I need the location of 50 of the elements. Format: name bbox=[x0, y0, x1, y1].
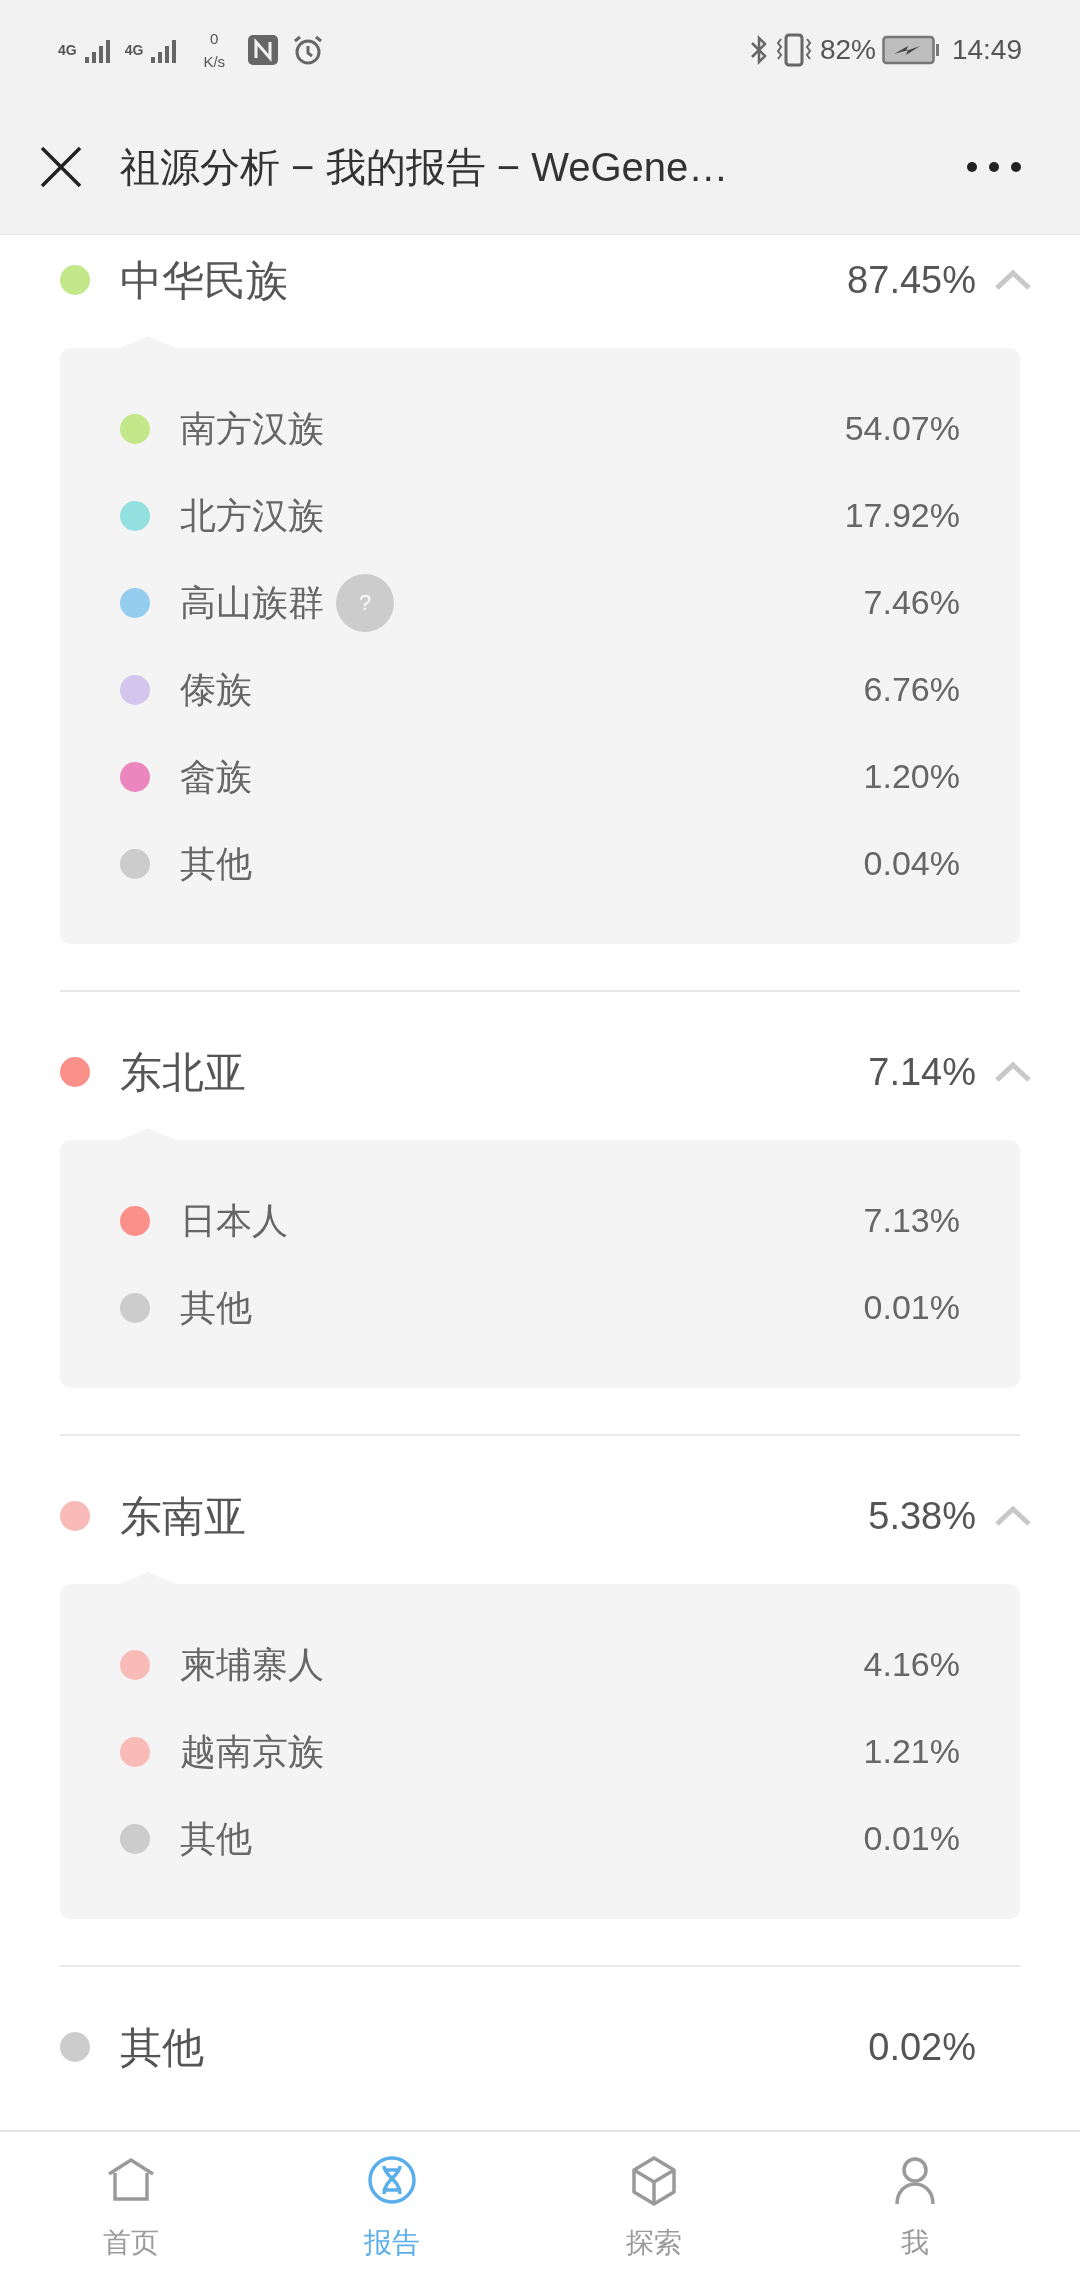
subregion-name: 傣族 bbox=[180, 667, 252, 712]
region-percent: 0.02% bbox=[868, 2024, 976, 2070]
chevron-up-icon[interactable] bbox=[994, 1061, 1032, 1083]
network-label: 4G bbox=[124, 43, 144, 57]
battery-percent: 82% bbox=[819, 33, 876, 67]
bluetooth-icon bbox=[749, 34, 768, 66]
page-title: 祖源分析 − 我的报告 − WeGene… bbox=[120, 144, 729, 191]
region-name: 东北亚 bbox=[120, 1047, 246, 1098]
subregion-percent: 0.01% bbox=[863, 1818, 960, 1859]
region-percent: 87.45% bbox=[847, 257, 976, 303]
subregion-percent: 1.21% bbox=[863, 1731, 960, 1772]
subregion-name: 日本人 bbox=[180, 1198, 288, 1243]
subregion-percent: 7.46% bbox=[863, 582, 960, 623]
subregion-name: 越南京族 bbox=[180, 1729, 324, 1774]
subregion-name: 其他 bbox=[180, 1816, 252, 1861]
subregion-percent: 6.76% bbox=[863, 669, 960, 710]
subregion-percent: 7.13% bbox=[863, 1200, 960, 1241]
subregion-name: 柬埔寨人 bbox=[180, 1642, 324, 1687]
more-icon[interactable] bbox=[966, 161, 1022, 173]
subregion-name: 高山族群 bbox=[180, 580, 324, 625]
nfc-icon bbox=[247, 34, 280, 66]
nav-tab[interactable]: 首页 bbox=[0, 2132, 262, 2280]
battery-charging-icon bbox=[881, 35, 940, 65]
subregion-percent: 54.07% bbox=[844, 408, 960, 449]
nav-tab[interactable]: 探索 bbox=[523, 2132, 785, 2280]
subregion-percent: 1.20% bbox=[863, 756, 960, 797]
region-name: 中华民族 bbox=[120, 255, 288, 306]
nav-tab[interactable]: 报告 bbox=[261, 2132, 523, 2280]
region-name: 其他 bbox=[120, 2022, 204, 2073]
region-name: 东南亚 bbox=[120, 1491, 246, 1542]
region-percent: 7.14% bbox=[868, 1049, 976, 1095]
subregion-name: 南方汉族 bbox=[180, 406, 324, 451]
clock-time: 14:49 bbox=[951, 33, 1022, 67]
subregion-percent: 4.16% bbox=[863, 1644, 960, 1685]
speed-unit: K/s bbox=[203, 54, 226, 69]
chevron-up-icon[interactable] bbox=[994, 269, 1032, 291]
network-label: 4G bbox=[58, 43, 77, 57]
region-percent: 5.38% bbox=[868, 1493, 976, 1539]
nav-tab[interactable]: 我 bbox=[784, 2132, 1046, 2280]
subregion-percent: 0.01% bbox=[863, 1287, 960, 1328]
subregion-name: 其他 bbox=[180, 841, 252, 886]
close-icon[interactable] bbox=[39, 145, 83, 189]
subregion-name: 北方汉族 bbox=[180, 493, 324, 538]
subregion-name: 其他 bbox=[180, 1285, 252, 1330]
subregion-percent: 17.92% bbox=[844, 495, 960, 536]
chevron-up-icon[interactable] bbox=[994, 1505, 1032, 1527]
speed-value: 0 bbox=[210, 31, 219, 46]
help-button[interactable]: ? bbox=[336, 573, 394, 632]
subregion-percent: 0.04% bbox=[863, 843, 960, 884]
subregion-name: 畲族 bbox=[180, 754, 252, 799]
